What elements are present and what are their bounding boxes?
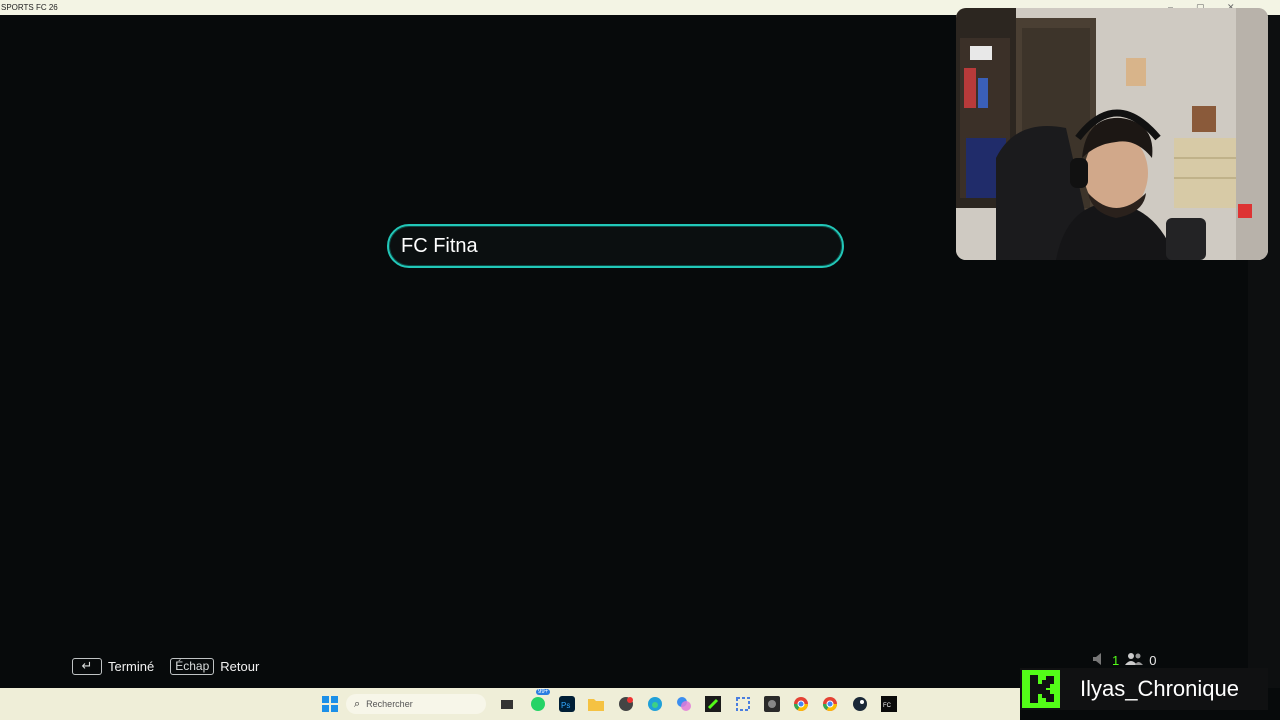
back-hint[interactable]: Retour	[220, 659, 259, 674]
enter-key-icon: ↵	[72, 657, 102, 675]
whatsapp-icon[interactable]: 99+	[528, 689, 551, 714]
steam-icon[interactable]	[850, 694, 870, 714]
escape-key-icon: Échap	[170, 657, 215, 675]
webcam-image	[956, 8, 1268, 260]
app-icon-dark[interactable]	[762, 694, 782, 714]
taskbar-search[interactable]: ⌕ Rechercher	[346, 694, 486, 714]
app-icon-1[interactable]	[616, 694, 636, 714]
svg-text:FC: FC	[883, 703, 892, 709]
kick-logo-icon	[1022, 670, 1060, 708]
app-icon-green[interactable]	[703, 694, 723, 714]
taskbar: ⌕ Rechercher 99+ Ps FC	[0, 688, 1020, 720]
webcam-overlay	[956, 8, 1268, 260]
whatsapp-badge: 99+	[536, 689, 551, 695]
streamer-name: Ilyas_Chronique	[1080, 676, 1239, 701]
club-name-input[interactable]: FC Fitna	[387, 224, 844, 268]
stream-stats: 1 0	[1092, 652, 1162, 668]
chrome-profile-icon[interactable]	[820, 694, 840, 714]
search-placeholder: Rechercher	[366, 699, 413, 709]
audio-icon	[1092, 652, 1106, 668]
photoshop-icon[interactable]: Ps	[557, 694, 577, 714]
viewers-count: 1	[1112, 652, 1120, 668]
window-title: SPORTS FC 26	[1, 3, 58, 12]
task-view-icon[interactable]	[497, 694, 517, 714]
club-name-value: FC Fitna	[401, 235, 478, 257]
svg-text:Ps: Ps	[561, 701, 570, 710]
copilot-icon[interactable]	[674, 694, 694, 714]
streamer-badge: Ilyas_Chronique	[1020, 668, 1268, 710]
ea-fc-app-icon[interactable]: FC	[879, 694, 899, 714]
followers-count: 0	[1149, 652, 1157, 668]
chrome-icon[interactable]	[791, 694, 811, 714]
file-explorer-icon[interactable]	[586, 694, 606, 714]
search-icon: ⌕	[354, 697, 361, 710]
followers-icon	[1125, 652, 1144, 668]
windows-start-icon[interactable]	[320, 694, 340, 714]
snipping-tool-icon[interactable]	[733, 694, 753, 714]
edge-browser-icon[interactable]	[645, 694, 665, 714]
controller-hints: ↵ Terminé Échap Retour	[72, 656, 275, 676]
done-hint[interactable]: Terminé	[108, 659, 154, 674]
